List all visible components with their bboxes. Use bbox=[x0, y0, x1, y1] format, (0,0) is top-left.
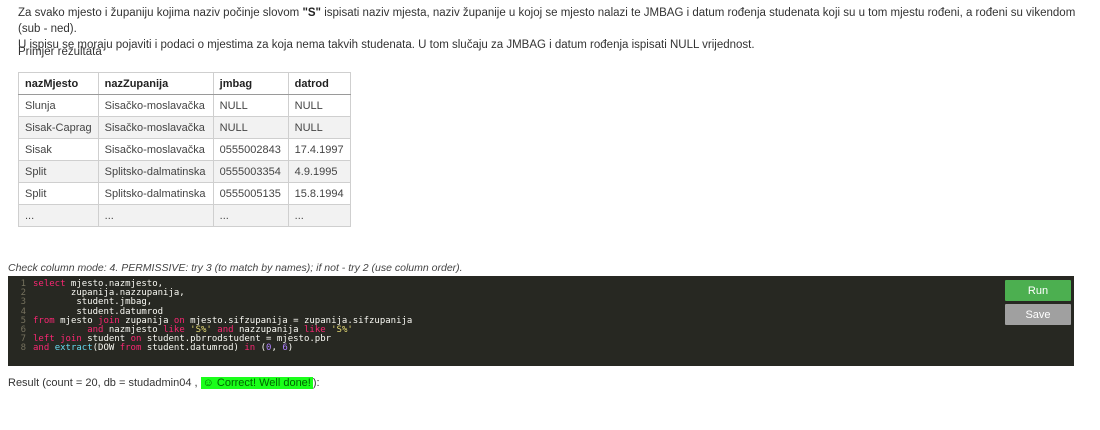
table-cell: ... bbox=[287, 204, 351, 227]
table-cell: ... bbox=[18, 204, 99, 227]
table-cell: Sisačko-moslavačka bbox=[97, 138, 214, 161]
table-cell: Sisak-Caprag bbox=[18, 116, 99, 139]
table-row: ... ... ... ... bbox=[18, 204, 351, 227]
table-cell: NULL bbox=[212, 94, 289, 117]
table-cell: 0555005135 bbox=[212, 182, 289, 205]
task-letter: "S" bbox=[302, 7, 322, 19]
line-number: 7 bbox=[20, 334, 26, 345]
table-row: Split Splitsko-dalmatinska 0555005135 15… bbox=[18, 182, 351, 205]
line-number: 5 bbox=[20, 315, 26, 326]
example-table: nazMjesto nazZupanija jmbag datrod Slunj… bbox=[18, 72, 351, 227]
result-line: Result (count = 20, db = studadmin04 , ☺… bbox=[8, 377, 320, 389]
task-description: Za svako mjesto i županiju kojima naziv … bbox=[18, 5, 1088, 53]
table-cell: Sisačko-moslavačka bbox=[97, 116, 214, 139]
column-header: jmbag bbox=[212, 72, 289, 95]
sql-code[interactable]: select mjesto.nazmjesto, zupanija.nazzup… bbox=[33, 279, 412, 354]
table-cell: NULL bbox=[212, 116, 289, 139]
table-row: Split Splitsko-dalmatinska 0555003354 4.… bbox=[18, 160, 351, 183]
column-header: nazMjesto bbox=[18, 72, 99, 95]
table-cell: Sisak bbox=[18, 138, 99, 161]
example-label: Primjer rezultata bbox=[18, 46, 102, 58]
table-cell: 0555003354 bbox=[212, 160, 289, 183]
task-line-2: U ispisu se moraju pojaviti i podaci o m… bbox=[18, 39, 755, 51]
table-cell: Sisačko-moslavačka bbox=[97, 94, 214, 117]
check-column-mode-note: Check column mode: 4. PERMISSIVE: try 3 … bbox=[8, 262, 463, 274]
line-number: 1 bbox=[20, 279, 26, 289]
table-cell: 15.8.1994 bbox=[287, 182, 351, 205]
table-cell: NULL bbox=[287, 94, 351, 117]
table-cell: Slunja bbox=[18, 94, 99, 117]
line-number-gutter: 1 2 3 4 5 6 7 8 bbox=[8, 279, 30, 354]
line-number: 8 bbox=[20, 343, 26, 354]
line-number: 2 bbox=[20, 288, 26, 299]
table-cell: 0555002843 bbox=[212, 138, 289, 161]
result-prefix: Result (count = 20, db = studadmin04 , bbox=[8, 377, 201, 389]
table-cell: 4.9.1995 bbox=[287, 160, 351, 183]
table-cell: ... bbox=[97, 204, 214, 227]
line-number: 3 bbox=[20, 297, 26, 308]
task-text: Za svako mjesto i županiju kojima naziv … bbox=[18, 7, 303, 19]
table-cell: ... bbox=[212, 204, 289, 227]
result-suffix: ): bbox=[312, 377, 320, 389]
table-row: Sisak Sisačko-moslavačka 0555002843 17.4… bbox=[18, 138, 351, 161]
table-row: Sisak-Caprag Sisačko-moslavačka NULL NUL… bbox=[18, 116, 351, 139]
task-line-1: Za svako mjesto i županiju kojima naziv … bbox=[18, 5, 1088, 37]
correct-badge: ☺ Correct! Well done! bbox=[200, 377, 313, 389]
table-cell: Splitsko-dalmatinska bbox=[97, 160, 214, 183]
table-cell: NULL bbox=[287, 116, 351, 139]
sql-code-editor[interactable]: 1 2 3 4 5 6 7 8 select mjesto.nazmjesto,… bbox=[8, 276, 1074, 366]
save-button[interactable]: Save bbox=[1005, 304, 1071, 325]
line-number: 6 bbox=[20, 325, 26, 336]
table-header-row: nazMjesto nazZupanija jmbag datrod bbox=[18, 72, 351, 95]
table-cell: 17.4.1997 bbox=[287, 138, 351, 161]
run-button[interactable]: Run bbox=[1005, 280, 1071, 301]
table-row: Slunja Sisačko-moslavačka NULL NULL bbox=[18, 94, 351, 117]
column-header: datrod bbox=[287, 72, 351, 95]
table-cell: Splitsko-dalmatinska bbox=[97, 182, 214, 205]
line-number: 4 bbox=[20, 306, 26, 317]
table-cell: Split bbox=[18, 182, 99, 205]
column-header: nazZupanija bbox=[97, 72, 214, 95]
table-cell: Split bbox=[18, 160, 99, 183]
